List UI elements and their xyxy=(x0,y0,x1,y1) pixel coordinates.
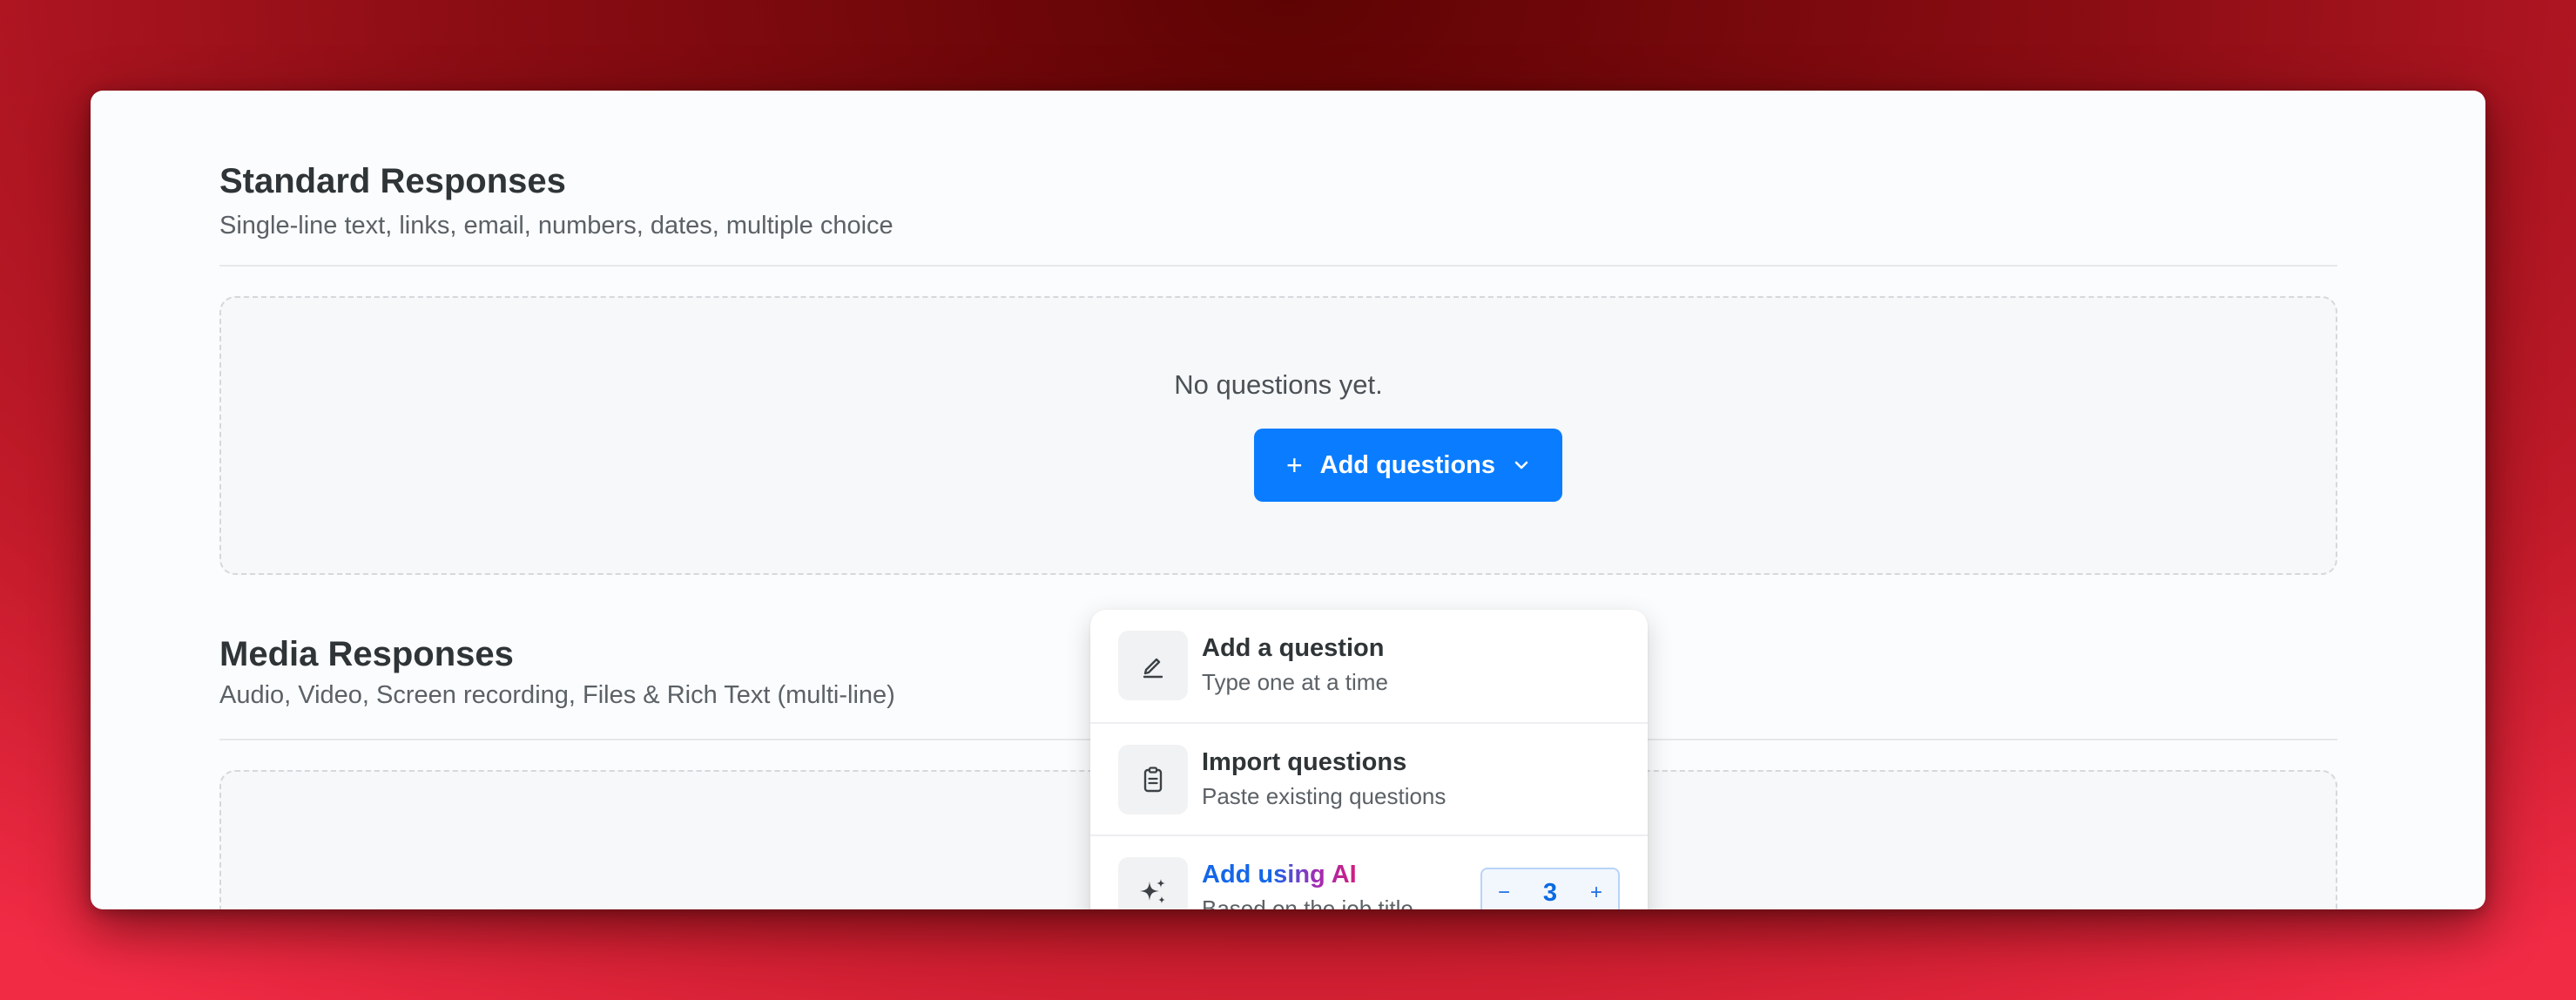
questions-panel: Standard Responses Single-line text, lin… xyxy=(91,91,2485,909)
menu-item-description: Paste existing questions xyxy=(1202,783,1446,809)
menu-item-add-using-ai[interactable]: Add using AI Based on the job title − 3 … xyxy=(1090,834,1648,909)
chevron-down-icon xyxy=(1513,459,1530,471)
standard-responses-subtitle: Single-line text, links, email, numbers,… xyxy=(219,212,894,240)
menu-item-description: Based on the job title xyxy=(1202,895,1413,909)
add-questions-dropdown: Add a question Type one at a time Import… xyxy=(1090,610,1648,909)
sparkle-icon xyxy=(1118,857,1188,909)
ai-count-value[interactable]: 3 xyxy=(1543,880,1557,906)
standard-responses-header: Standard Responses Single-line text, lin… xyxy=(219,160,2337,242)
ai-count-stepper: − 3 + xyxy=(1480,868,1620,909)
menu-item-add-question[interactable]: Add a question Type one at a time xyxy=(1090,610,1648,722)
increment-button[interactable]: + xyxy=(1587,882,1606,903)
menu-item-title: Add a question xyxy=(1202,634,1385,662)
add-questions-button[interactable]: + Add questions xyxy=(1254,429,1562,502)
empty-state-text: No questions yet. xyxy=(1174,369,1383,400)
standard-questions-dropzone: No questions yet. + Add questions xyxy=(219,296,2337,575)
menu-item-description: Type one at a time xyxy=(1202,669,1388,695)
menu-item-title: Add using AI xyxy=(1202,861,1357,889)
pencil-icon xyxy=(1118,631,1188,700)
clipboard-icon xyxy=(1118,745,1188,814)
decrement-button[interactable]: − xyxy=(1494,882,1514,903)
plus-icon: + xyxy=(1285,449,1303,481)
menu-item-import-questions[interactable]: Import questions Paste existing question… xyxy=(1090,722,1648,834)
standard-responses-title: Standard Responses xyxy=(219,162,566,200)
menu-item-title: Import questions xyxy=(1202,748,1407,776)
divider xyxy=(219,265,2337,267)
add-questions-label: Add questions xyxy=(1319,450,1496,479)
